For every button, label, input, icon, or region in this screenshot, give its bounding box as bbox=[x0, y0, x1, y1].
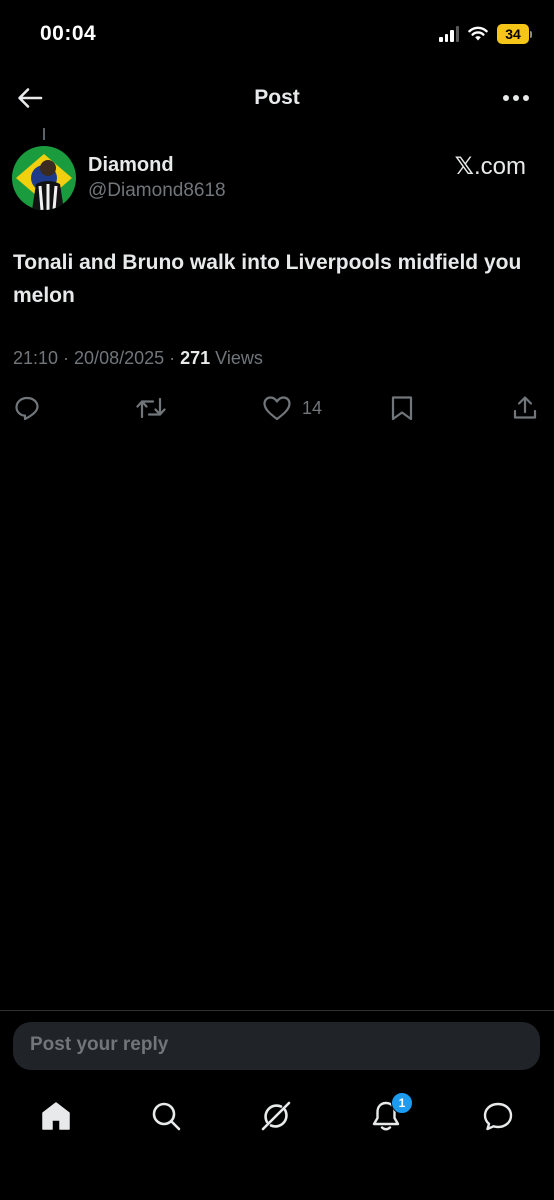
views-count[interactable]: 271 bbox=[180, 348, 210, 368]
post-text: Tonali and Bruno walk into Liverpools mi… bbox=[13, 251, 522, 307]
search-icon bbox=[152, 1102, 181, 1131]
more-options-button[interactable] bbox=[500, 82, 532, 114]
chat-bubble-icon bbox=[483, 1102, 513, 1131]
tab-home[interactable] bbox=[38, 1098, 74, 1134]
page-title: Post bbox=[254, 86, 300, 109]
battery-icon: 34 bbox=[497, 24, 532, 44]
x-com-badge: 𝕏.com bbox=[455, 152, 526, 181]
author-display-name[interactable]: Diamond bbox=[88, 154, 174, 177]
home-icon bbox=[42, 1102, 70, 1130]
thread-connector-line bbox=[43, 128, 45, 140]
tab-notifications[interactable]: 1 bbox=[368, 1092, 413, 1134]
reply-icon bbox=[15, 396, 39, 421]
bottom-tab-bar: 1 bbox=[0, 1090, 554, 1142]
author-handle[interactable]: @Diamond8618 bbox=[88, 180, 226, 202]
battery-level: 34 bbox=[497, 24, 529, 44]
like-count: 14 bbox=[302, 397, 323, 418]
repost-icon bbox=[136, 397, 166, 419]
avatar[interactable] bbox=[12, 146, 76, 210]
tab-search[interactable] bbox=[148, 1098, 184, 1134]
x-com-suffix: .com bbox=[473, 153, 526, 180]
bookmark-icon bbox=[391, 396, 413, 421]
grok-icon bbox=[261, 1101, 291, 1131]
status-time: 00:04 bbox=[40, 22, 97, 45]
tab-messages[interactable] bbox=[480, 1098, 516, 1134]
status-icons: 34 bbox=[439, 24, 532, 44]
status-bar: 00:04 34 bbox=[0, 0, 554, 70]
tab-grok[interactable] bbox=[258, 1098, 294, 1134]
like-button[interactable]: 14 bbox=[262, 390, 322, 426]
reply-button[interactable] bbox=[14, 390, 40, 426]
post-timestamp: 21:10 · 20/08/2025 · bbox=[13, 348, 181, 368]
share-button[interactable] bbox=[512, 390, 538, 426]
wifi-icon bbox=[468, 26, 488, 41]
nav-header: Post bbox=[0, 70, 554, 128]
notification-badge: 1 bbox=[391, 1092, 413, 1114]
reply-divider bbox=[0, 1010, 554, 1011]
more-horizontal-icon bbox=[503, 95, 529, 101]
reply-input[interactable]: Post your reply bbox=[13, 1022, 540, 1070]
post-actions: 14 bbox=[0, 390, 554, 426]
x-logo-icon: 𝕏 bbox=[454, 152, 474, 180]
cellular-signal-icon bbox=[439, 26, 459, 42]
bookmark-button[interactable] bbox=[390, 390, 414, 426]
post-meta: 21:10 · 20/08/2025 · 271 Views bbox=[13, 348, 263, 369]
heart-icon bbox=[263, 396, 291, 421]
views-label: Views bbox=[210, 348, 263, 368]
repost-button[interactable] bbox=[136, 390, 166, 426]
share-icon bbox=[513, 396, 537, 419]
